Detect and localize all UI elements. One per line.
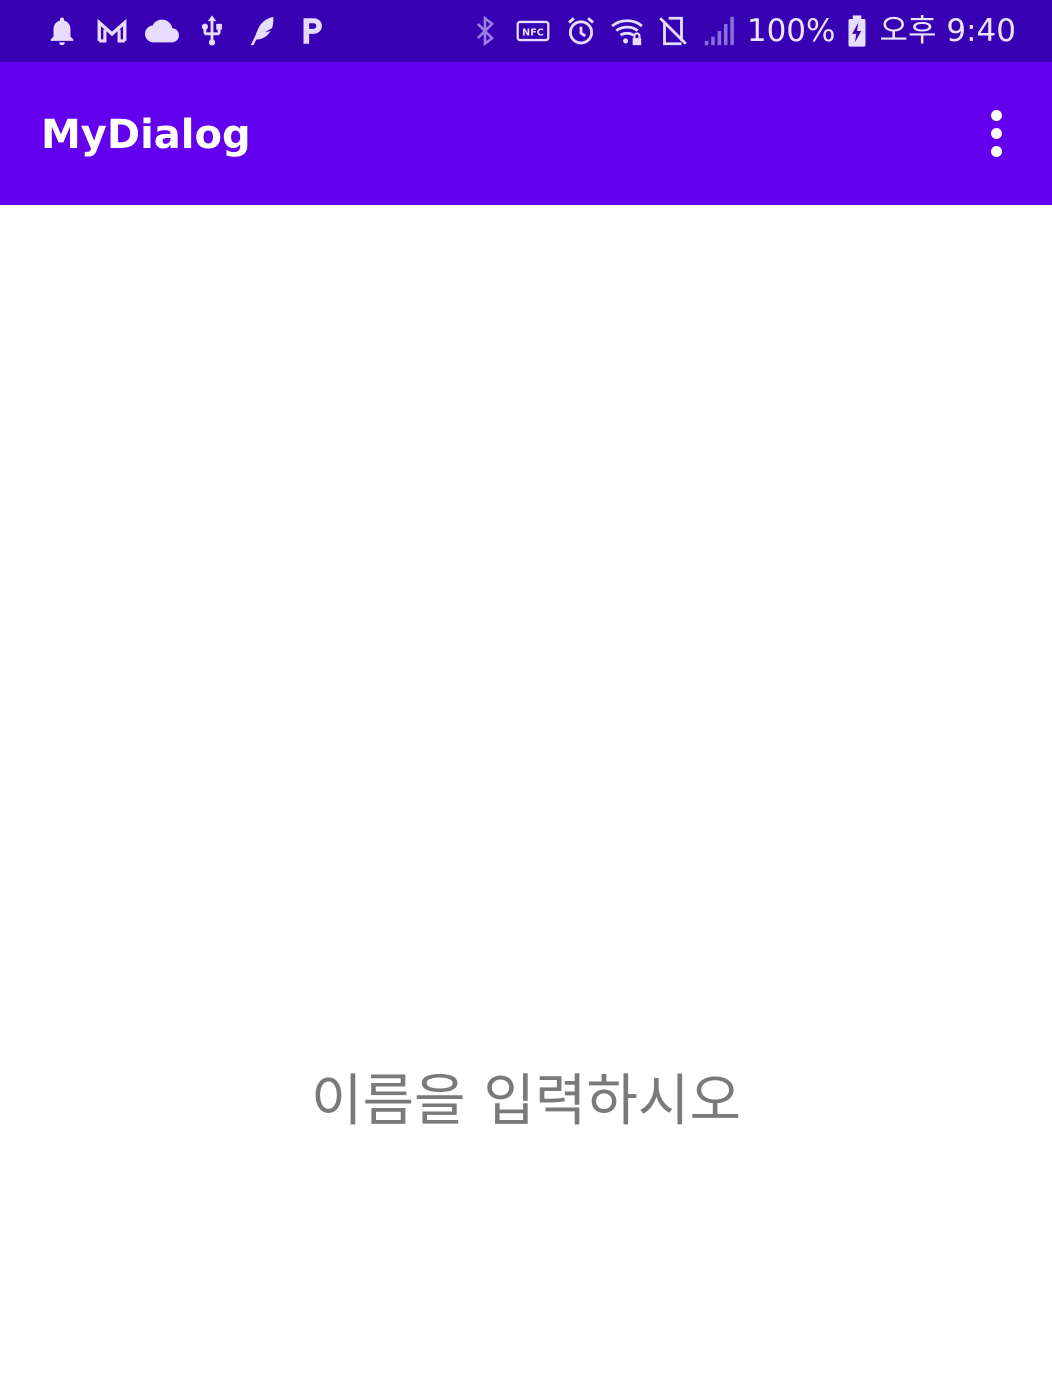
overflow-dot — [990, 109, 1002, 121]
signal-icon — [701, 13, 737, 49]
notification-bell-icon — [44, 13, 80, 49]
name-prompt-text: 이름을 입력하시오 — [311, 1069, 741, 1134]
status-right-icons: NFC 100% 오후 9:40 — [467, 8, 1016, 54]
bluetooth-icon — [467, 13, 503, 49]
status-left-icons — [44, 10, 330, 52]
nfc-icon: NFC — [513, 13, 553, 49]
app-bar: MyDialog — [0, 62, 1052, 205]
parking-p-icon — [294, 13, 330, 49]
status-bar: NFC 100% 오후 9:40 — [0, 0, 1052, 62]
more-vert-icon[interactable] — [968, 100, 1024, 166]
wifi-lock-icon — [609, 13, 645, 49]
cloud-icon — [144, 13, 180, 49]
gmail-icon — [94, 13, 130, 49]
battery-charging-icon — [845, 13, 869, 49]
app-title: MyDialog — [41, 112, 251, 158]
clock: 오후 9:40 — [879, 13, 1016, 49]
app-feather-icon — [244, 13, 280, 49]
battery-percent: 100% — [746, 13, 836, 49]
nfc-label: NFC — [522, 28, 544, 39]
alarm-icon — [563, 13, 599, 49]
overflow-dot — [990, 127, 1002, 139]
usb-icon — [194, 13, 230, 49]
no-sim-icon — [655, 13, 691, 49]
overflow-dot — [990, 145, 1002, 157]
main-content: 이름을 입력하시오 — [0, 205, 1052, 1395]
